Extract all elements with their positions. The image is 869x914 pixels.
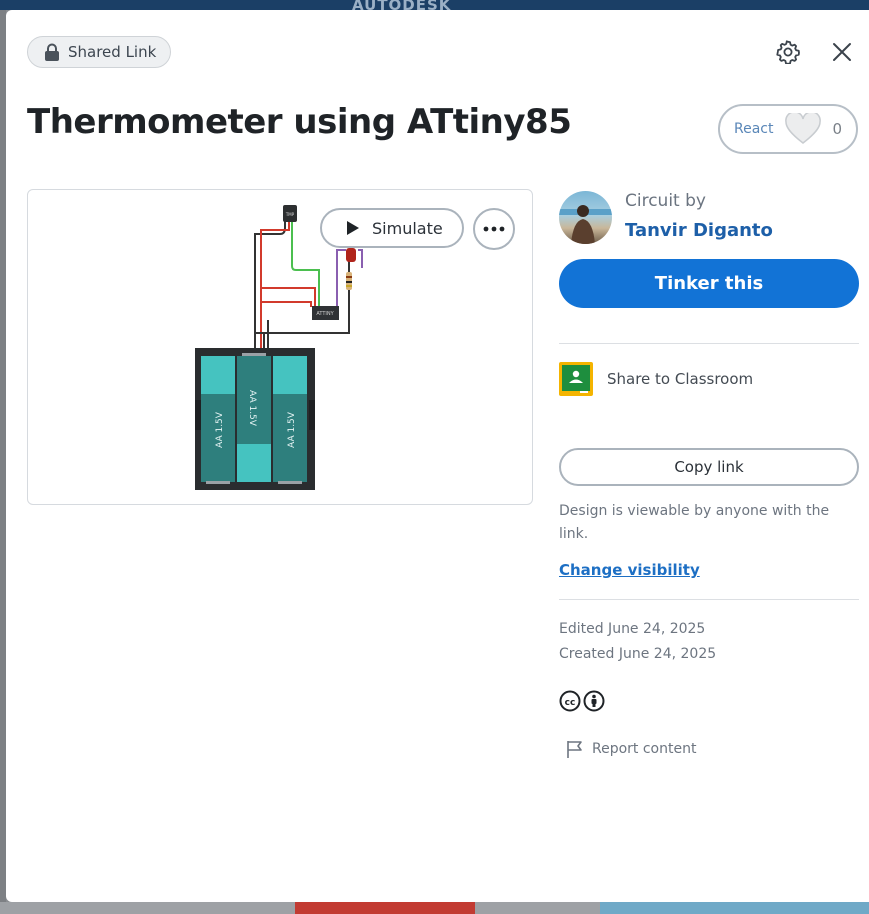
attribution-icon (583, 690, 605, 712)
simulate-button[interactable]: Simulate (320, 208, 464, 248)
circuit-by-label: Circuit by (625, 191, 706, 211)
created-date: Created June 24, 2025 (559, 646, 717, 662)
cc-icon: cc (559, 690, 581, 712)
simulate-label: Simulate (372, 218, 443, 238)
battery-label-3: AA 1.5V (287, 411, 297, 448)
circuit-preview[interactable]: TMP ATTINY AA 1.5V AA 1.5V AA 1.5V Simul… (27, 189, 533, 505)
more-options-button[interactable] (473, 208, 515, 250)
wire-purple (329, 249, 346, 308)
author-avatar[interactable] (559, 191, 612, 244)
page-title: Thermometer using ATtiny85 (27, 102, 572, 142)
react-label: React (734, 121, 774, 137)
tinker-this-button[interactable]: Tinker this (559, 259, 859, 308)
heart-icon (785, 113, 821, 144)
report-content-link[interactable]: Report content (566, 739, 696, 759)
wire-black (254, 220, 286, 350)
chip-label: ATTINY (316, 311, 334, 317)
license-badge[interactable]: cc (559, 690, 605, 712)
battery-label-1: AA 1.5V (215, 411, 225, 448)
wire-red-2 (261, 287, 316, 307)
battery-label-2: AA 1.5V (247, 390, 257, 427)
react-button[interactable]: React 0 (718, 104, 858, 154)
svg-text:cc: cc (565, 698, 576, 708)
wire-red-3 (261, 301, 312, 307)
divider (559, 343, 859, 344)
gear-icon (776, 40, 800, 64)
visibility-note: Design is viewable by anyone with the li… (559, 503, 830, 542)
sensor-label: TMP (285, 212, 295, 217)
author-name-link[interactable]: Tanvir Diganto (625, 220, 773, 241)
share-modal: Shared Link Thermometer using ATtiny85 R… (6, 10, 869, 902)
share-to-classroom-link[interactable]: Share to Classroom (607, 370, 753, 388)
wire-black-2 (255, 250, 350, 334)
divider (559, 599, 859, 600)
react-count: 0 (832, 120, 842, 138)
close-icon (833, 43, 851, 61)
wire-red (260, 220, 290, 350)
shared-link-label: Shared Link (68, 43, 157, 61)
settings-button[interactable] (774, 38, 802, 66)
change-visibility-link[interactable]: Change visibility (559, 561, 700, 579)
play-icon (347, 221, 359, 235)
report-content-label: Report content (592, 741, 697, 757)
wire-purple-2 (358, 249, 363, 268)
classroom-icon[interactable] (559, 362, 593, 396)
background-footer (0, 902, 869, 914)
more-icon (483, 226, 505, 232)
flag-icon (567, 741, 582, 758)
copy-link-button[interactable]: Copy link (559, 448, 859, 486)
shared-link-chip[interactable]: Shared Link (27, 36, 171, 68)
edited-date: Edited June 24, 2025 (559, 621, 706, 637)
close-button[interactable] (828, 38, 856, 66)
led (346, 248, 356, 262)
lock-icon (45, 43, 59, 61)
